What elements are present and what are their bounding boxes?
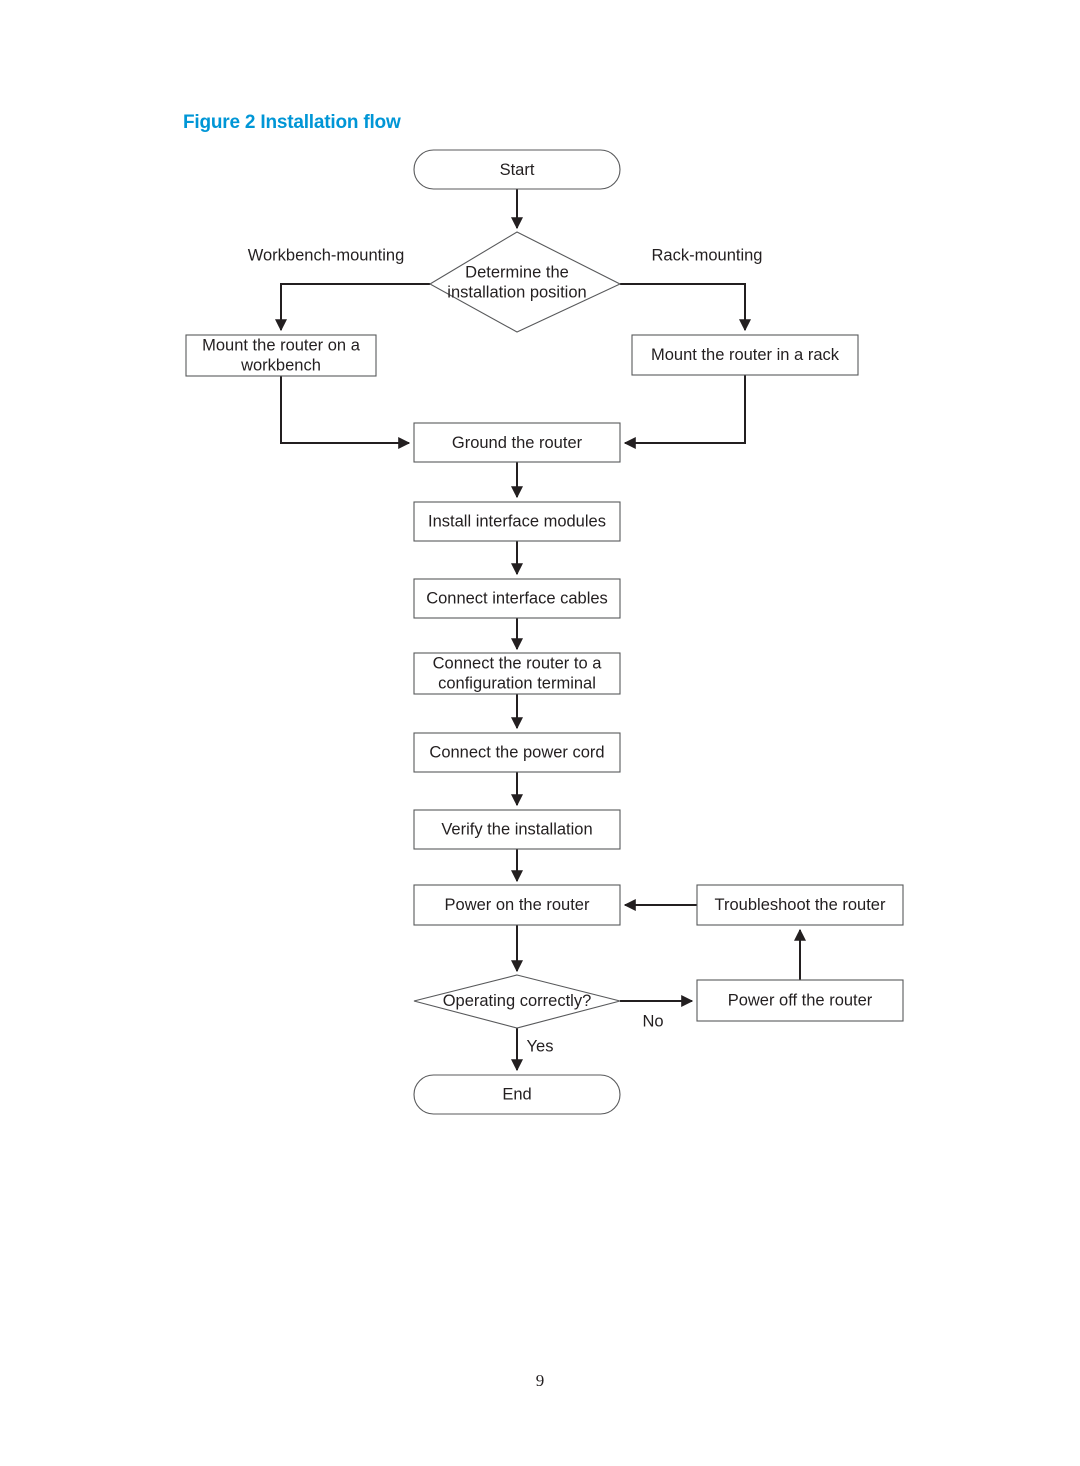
node-connect-cables[interactable]: Connect interface cables	[413, 578, 621, 619]
node-ground-router-label: Ground the router	[452, 434, 583, 452]
node-connect-terminal-label-line2: configuration terminal	[438, 674, 596, 692]
node-mount-workbench[interactable]: Mount the router on a workbench	[185, 334, 377, 377]
node-power-on-router-label: Power on the router	[445, 896, 590, 914]
page-number: 9	[535, 1371, 545, 1390]
node-ground-router[interactable]: Ground the router	[413, 422, 621, 463]
node-end-label: End	[502, 1085, 531, 1103]
node-determine-position-shape	[428, 231, 622, 333]
node-operating-correctly[interactable]: Operating correctly?	[413, 974, 621, 1029]
edge-label-rack-mounting: Rack-mounting	[652, 246, 763, 264]
edge-label-yes: Yes	[527, 1037, 554, 1055]
edge-label-workbench-mounting: Workbench-mounting	[248, 246, 405, 264]
node-mount-workbench-label-line1: Mount the router on a	[202, 336, 361, 354]
node-end[interactable]: End	[413, 1074, 621, 1115]
node-mount-rack[interactable]: Mount the router in a rack	[631, 334, 859, 376]
node-verify-installation-label: Verify the installation	[441, 820, 592, 838]
node-start-label: Start	[500, 161, 535, 179]
node-power-off-router[interactable]: Power off the router	[696, 979, 904, 1022]
node-connect-cables-label: Connect interface cables	[426, 589, 608, 607]
node-install-modules-label: Install interface modules	[428, 512, 606, 530]
edge-rack-to-ground	[623, 375, 746, 449]
node-troubleshoot-router-label: Troubleshoot the router	[715, 896, 886, 914]
node-mount-rack-label: Mount the router in a rack	[651, 346, 840, 364]
node-install-modules[interactable]: Install interface modules	[413, 501, 621, 542]
node-power-off-router-label: Power off the router	[728, 991, 873, 1009]
node-power-on-router[interactable]: Power on the router	[413, 884, 621, 926]
edge-workbench-to-ground	[280, 376, 411, 449]
edge-determine-to-workbench	[275, 283, 430, 332]
document-page: Figure 2 Installation flow Start Determi…	[0, 0, 1080, 1466]
node-verify-installation[interactable]: Verify the installation	[413, 809, 621, 850]
node-mount-workbench-label-line2: workbench	[240, 356, 321, 374]
edge-determine-to-rack	[620, 283, 751, 332]
node-connect-terminal-label-line1: Connect the router to a	[433, 654, 603, 672]
node-start[interactable]: Start	[413, 149, 621, 190]
edge-label-no: No	[642, 1012, 663, 1030]
node-determine-position-label-line1: Determine the	[465, 263, 569, 281]
node-troubleshoot-router[interactable]: Troubleshoot the router	[696, 884, 904, 926]
node-connect-terminal[interactable]: Connect the router to a configuration te…	[413, 652, 621, 695]
node-determine-position[interactable]: Determine the installation position	[428, 231, 622, 333]
node-operating-correctly-label: Operating correctly?	[443, 992, 592, 1010]
installation-flow-diagram: Start Determine the installation positio…	[185, 149, 904, 1115]
node-determine-position-label-line2: installation position	[447, 283, 586, 301]
node-connect-power-cord[interactable]: Connect the power cord	[413, 732, 621, 773]
node-connect-power-cord-label: Connect the power cord	[429, 743, 604, 761]
